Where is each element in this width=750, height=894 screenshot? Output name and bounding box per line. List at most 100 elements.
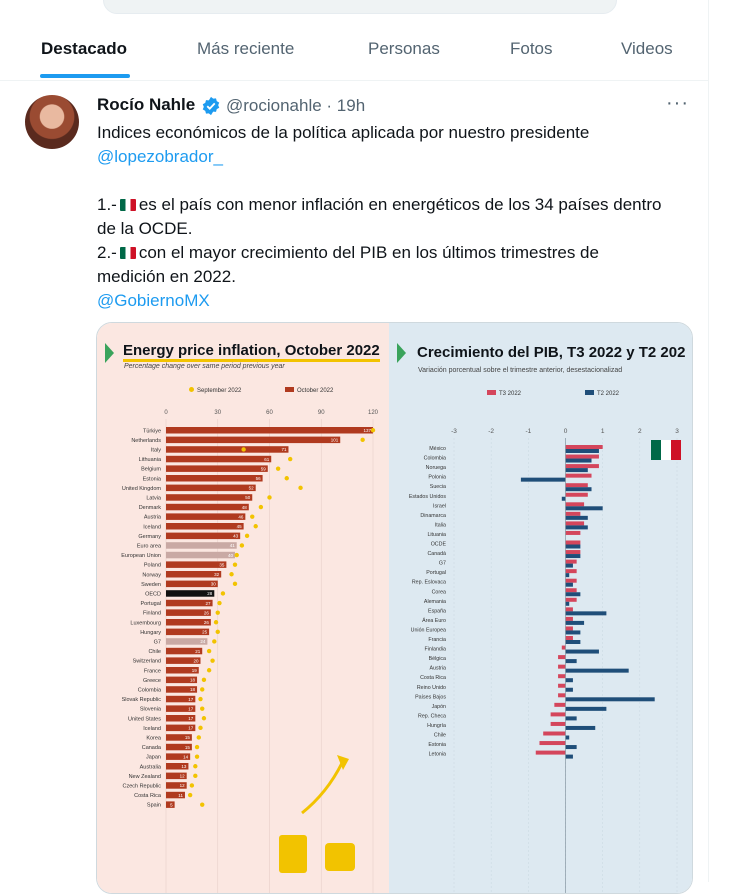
bar-t2 [565, 563, 573, 568]
bar-t3 [539, 741, 566, 746]
bar-t3 [565, 445, 603, 449]
tab-videos[interactable]: Videos [621, 30, 673, 80]
category-label: G7 [154, 640, 161, 646]
bar-october [166, 571, 222, 578]
flag-stripe [661, 440, 671, 460]
category-label: Chile [434, 733, 446, 739]
bar-value-label: 48 [242, 505, 248, 510]
category-label: Área Euro [422, 617, 446, 624]
tweet-media-image[interactable]: Energy price inflation, October 2022 Per… [96, 322, 693, 894]
bar-t2 [565, 725, 596, 730]
category-label: Greece [143, 678, 161, 684]
category-label: Corea [432, 589, 446, 595]
flag-stripe [671, 440, 681, 460]
tweet-text-line: 2.- con el mayor crecimiento del PIB en l… [97, 241, 599, 265]
category-label: Czech Republic [122, 784, 161, 790]
category-label: Luxembourg [130, 620, 161, 626]
active-tab-indicator [40, 74, 130, 78]
dot-september [241, 447, 246, 452]
search-bar[interactable] [103, 0, 617, 14]
dot-september [194, 744, 200, 750]
category-label: Estonia [428, 742, 446, 748]
x-tick-label: -2 [488, 428, 494, 435]
category-label: Letonia [429, 752, 446, 758]
dot-september [215, 610, 220, 615]
bar-t3 [565, 473, 592, 478]
avatar[interactable] [25, 95, 79, 149]
dot-september [201, 716, 207, 721]
bar-value-label: 20 [193, 658, 199, 663]
category-label: Costa Rica [134, 793, 162, 799]
category-label: United States [128, 716, 161, 722]
verified-badge-icon [202, 96, 220, 116]
bar-value-label: 46 [238, 514, 244, 519]
bar-t2 [565, 506, 603, 511]
more-options-icon[interactable]: ··· [666, 92, 689, 115]
x-tick-label: 0 [164, 410, 168, 416]
category-label: Reino Unido [417, 685, 446, 691]
bar-october [166, 436, 341, 444]
tab-mas-reciente[interactable]: Más reciente [197, 30, 294, 80]
tab-destacado[interactable]: Destacado [41, 30, 127, 80]
bar-t2 [565, 582, 573, 587]
dot-september [232, 562, 238, 567]
x-tick-label: 60 [266, 410, 273, 416]
bar-value-label: 52 [249, 486, 255, 491]
bar-value-label: 28 [207, 591, 213, 596]
x-tick-label: -1 [525, 428, 531, 435]
bar-t2 [565, 620, 585, 625]
category-label: Finlandia [425, 647, 447, 653]
category-label: Hungría [427, 723, 446, 729]
bar-value-label: 17 [188, 726, 194, 731]
bar-t3 [558, 655, 566, 660]
bar-value-label: 56 [256, 476, 262, 481]
mexico-flag-icon [119, 247, 136, 259]
category-label: Euro area [137, 544, 162, 550]
list-number: 1.- [97, 195, 117, 214]
bar-october [166, 484, 256, 492]
category-label: Japón [432, 704, 446, 710]
list-text: con el mayor crecimiento del PIB en los … [138, 243, 599, 262]
bar-t2 [565, 601, 570, 606]
bar-t2 [561, 496, 566, 501]
bar-value-label: 25 [202, 630, 208, 635]
bar-t2 [565, 458, 592, 463]
bar-t3 [565, 502, 585, 507]
bar-value-label: 17 [188, 716, 194, 721]
bar-t2 [565, 649, 599, 654]
dot-september [288, 456, 293, 462]
bar-t2 [565, 544, 581, 549]
bar-value-label: 21 [195, 649, 201, 654]
dot-september [370, 428, 376, 433]
bar-october [166, 523, 244, 530]
bar-value-label: 61 [264, 457, 270, 462]
mention-link[interactable]: @lopezobrador_ [97, 145, 223, 169]
tab-fotos[interactable]: Fotos [510, 30, 553, 80]
bar-t2 [565, 630, 581, 635]
bar-t3 [561, 645, 566, 650]
bar-t3 [543, 731, 566, 736]
bar-october [166, 494, 253, 501]
hashtag-link[interactable]: @GobiernoMX [97, 289, 210, 313]
author-name[interactable]: Rocío Nahle [97, 95, 195, 115]
bar-t3 [565, 540, 581, 545]
x-tick-label: 120 [368, 410, 379, 416]
category-label: Costa Rica [420, 675, 446, 681]
category-label: European Union [121, 553, 161, 559]
tab-personas[interactable]: Personas [368, 30, 440, 80]
category-label: Belgium [141, 467, 161, 473]
category-label: Italia [435, 522, 446, 528]
bar-value-label: 32 [214, 572, 220, 577]
category-label: Portugal [426, 570, 446, 576]
category-label: Colombia [138, 688, 162, 694]
category-label: Netherlands [131, 438, 161, 444]
list-number: 2.- [97, 243, 117, 262]
bar-t2 [565, 678, 573, 683]
bar-t2 [565, 754, 573, 759]
dot-september [210, 658, 215, 663]
mexico-flag-icon [651, 440, 681, 460]
bar-t2 [565, 640, 581, 644]
dot-september [253, 524, 258, 529]
category-label: Canada [142, 745, 162, 751]
author-handle[interactable]: @rocionahle · 19h [226, 96, 365, 116]
